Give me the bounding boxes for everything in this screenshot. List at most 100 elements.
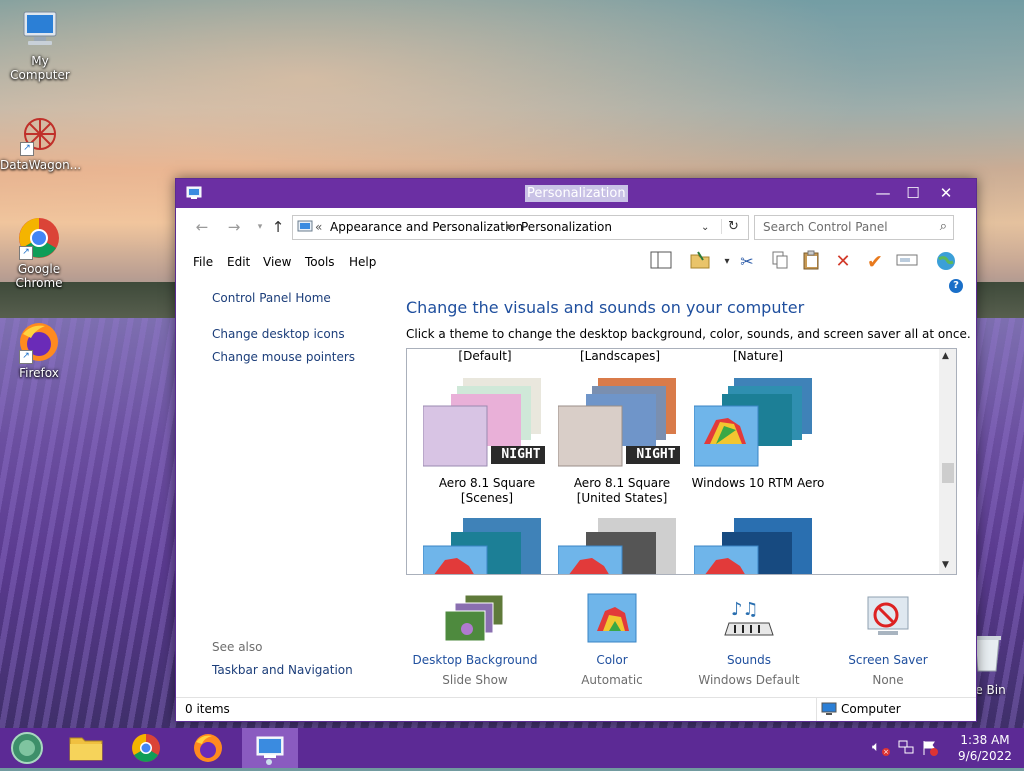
color-palette-icon bbox=[587, 593, 637, 643]
address-row: ← → ▾ ↑ « Appearance and Personalization… bbox=[184, 215, 968, 240]
theme-group-default: [Default] bbox=[458, 349, 512, 363]
personalization-window: Personalization — ☐ ✕ ← → ▾ ↑ « Appearan… bbox=[175, 178, 977, 722]
taskbar: 🔈︎ × 1:38 AM 9/6/2022 bbox=[0, 728, 1024, 768]
theme-group-landscapes: [Landscapes] bbox=[579, 349, 661, 363]
chrome-icon: ↗ bbox=[17, 216, 61, 260]
up-arrow-icon[interactable]: ↑ bbox=[268, 218, 288, 236]
search-icon[interactable]: ⌕ bbox=[940, 219, 947, 234]
menu-edit[interactable]: Edit bbox=[227, 255, 250, 270]
help-icon[interactable]: ? bbox=[949, 279, 963, 293]
back-arrow-icon[interactable]: ← bbox=[192, 218, 212, 236]
theme-list-scrollbar[interactable]: ▲ ▼ bbox=[939, 349, 956, 574]
page-description: Click a theme to change the desktop back… bbox=[406, 327, 971, 341]
menu-bar: File Edit View Tools Help ▾ ✂ ✕ ✔ bbox=[176, 247, 976, 277]
recycle-bin-label: le Bin bbox=[972, 683, 1006, 697]
desktop-icon-datawagon[interactable]: ↗ DataWagon... bbox=[0, 112, 81, 172]
window-title: Personalization bbox=[525, 185, 628, 202]
forward-arrow-icon[interactable]: → bbox=[224, 218, 244, 236]
taskbar-chrome[interactable] bbox=[118, 728, 174, 768]
scroll-thumb[interactable] bbox=[942, 463, 954, 483]
start-orb-icon bbox=[11, 732, 43, 764]
search-input[interactable]: Search Control Panel bbox=[763, 220, 888, 235]
taskbar-control-panel[interactable] bbox=[242, 728, 298, 768]
chrome-icon bbox=[132, 734, 160, 762]
screen-saver-setting[interactable]: Screen Saver None bbox=[818, 591, 958, 691]
minimize-button[interactable]: — bbox=[866, 179, 900, 208]
theme-name: Aero 8.1 Square bbox=[438, 476, 536, 490]
start-button[interactable] bbox=[0, 728, 56, 768]
breadcrumb-personalization[interactable]: Personalization bbox=[521, 220, 612, 235]
desktop-icon-my-computer[interactable]: My Computer bbox=[0, 8, 80, 82]
theme-thumbnail-partial[interactable] bbox=[423, 514, 545, 575]
theme-thumbnail-partial[interactable] bbox=[558, 514, 680, 575]
sounds-icon: ♪♫ bbox=[724, 599, 774, 636]
shortcut-arrow-icon: ↗ bbox=[19, 350, 33, 364]
address-bar[interactable]: « Appearance and Personalization ▶ Perso… bbox=[292, 215, 749, 240]
breadcrumb-appearance[interactable]: Appearance and Personalization bbox=[330, 220, 523, 235]
network-globe-icon[interactable] bbox=[933, 250, 959, 274]
desktop-icon-label: Firefox bbox=[19, 366, 59, 380]
change-desktop-icons-link[interactable]: Change desktop icons bbox=[212, 327, 345, 342]
sounds-setting[interactable]: ♪♫ Sounds Windows Default bbox=[679, 591, 819, 691]
theme-subname: [United States] bbox=[576, 491, 668, 505]
sounds-label[interactable]: Sounds bbox=[679, 653, 819, 668]
delete-icon[interactable]: ✕ bbox=[830, 250, 856, 274]
taskbar-navigation-link[interactable]: Taskbar and Navigation bbox=[212, 663, 353, 678]
scroll-up-icon[interactable]: ▲ bbox=[942, 351, 949, 361]
network-icon[interactable] bbox=[898, 740, 914, 756]
theme-group-nature: [Nature] bbox=[732, 349, 784, 363]
copy-icon[interactable] bbox=[767, 250, 793, 274]
menu-view[interactable]: View bbox=[263, 255, 291, 270]
preview-pane-icon[interactable] bbox=[648, 250, 674, 274]
desktop-icon-firefox[interactable]: ↗ Firefox bbox=[0, 320, 78, 380]
clock[interactable]: 1:38 AM 9/6/2022 bbox=[952, 728, 1018, 768]
volume-muted-icon[interactable]: 🔈︎ bbox=[872, 739, 880, 755]
desktop-background-label[interactable]: Desktop Background bbox=[405, 653, 545, 668]
properties-check-icon[interactable]: ✔ bbox=[862, 250, 888, 274]
night-badge: NIGHT bbox=[501, 447, 541, 462]
title-bar[interactable]: Personalization — ☐ ✕ bbox=[176, 179, 976, 208]
desktop-icon-chrome[interactable]: ↗ Google Chrome bbox=[0, 216, 78, 290]
clock-date: 9/6/2022 bbox=[958, 749, 1012, 763]
svg-text:♪♫: ♪♫ bbox=[731, 599, 759, 620]
rename-icon[interactable] bbox=[894, 250, 920, 274]
breadcrumb-separator-icon[interactable]: ▶ bbox=[506, 220, 513, 235]
folder-options-icon[interactable] bbox=[687, 250, 713, 274]
search-box[interactable]: Search Control Panel ⌕ bbox=[754, 215, 954, 240]
control-panel-home-link[interactable]: Control Panel Home bbox=[212, 291, 331, 306]
datawagon-icon: ↗ bbox=[18, 112, 62, 156]
theme-thumbnail-partial[interactable] bbox=[694, 514, 816, 575]
maximize-button[interactable]: ☐ bbox=[896, 179, 930, 208]
cut-icon[interactable]: ✂ bbox=[734, 250, 760, 274]
breadcrumb-overflow[interactable]: « bbox=[315, 220, 322, 235]
status-divider bbox=[816, 698, 817, 721]
folder-icon bbox=[69, 737, 103, 761]
theme-list[interactable]: [Default] [Landscapes] [Nature] NIGHT Ae… bbox=[406, 348, 957, 575]
menu-file[interactable]: File bbox=[193, 255, 213, 270]
theme-name: Aero 8.1 Square bbox=[573, 476, 671, 490]
desktop-background-setting[interactable]: Desktop Background Slide Show bbox=[405, 591, 545, 691]
theme-name: Windows 10 RTM Aero bbox=[691, 476, 825, 490]
refresh-icon[interactable]: ↻ bbox=[721, 219, 739, 234]
scroll-down-icon[interactable]: ▼ bbox=[942, 560, 949, 570]
recent-chevron-icon[interactable]: ▾ bbox=[250, 218, 270, 236]
action-center-flag-icon[interactable] bbox=[922, 740, 938, 756]
menu-tools[interactable]: Tools bbox=[305, 255, 335, 270]
left-pane: Control Panel Home Change desktop icons … bbox=[176, 279, 398, 699]
shortcut-arrow-icon: ↗ bbox=[20, 142, 34, 156]
change-mouse-pointers-link[interactable]: Change mouse pointers bbox=[212, 350, 355, 365]
paste-icon[interactable] bbox=[798, 250, 824, 274]
firefox-icon: ↗ bbox=[17, 320, 61, 364]
taskbar-file-explorer[interactable] bbox=[58, 728, 114, 768]
screen-saver-label[interactable]: Screen Saver bbox=[818, 653, 958, 668]
close-button[interactable]: ✕ bbox=[929, 179, 963, 208]
my-computer-icon bbox=[18, 8, 62, 52]
taskbar-firefox[interactable] bbox=[180, 728, 236, 768]
theme-thumbnail bbox=[694, 378, 812, 467]
menu-help[interactable]: Help bbox=[349, 255, 376, 270]
firefox-icon bbox=[194, 734, 222, 762]
color-label[interactable]: Color bbox=[542, 653, 682, 668]
color-setting[interactable]: Color Automatic bbox=[542, 591, 682, 691]
address-dropdown-icon[interactable]: ⌄ bbox=[701, 220, 709, 235]
color-value: Automatic bbox=[581, 673, 643, 687]
